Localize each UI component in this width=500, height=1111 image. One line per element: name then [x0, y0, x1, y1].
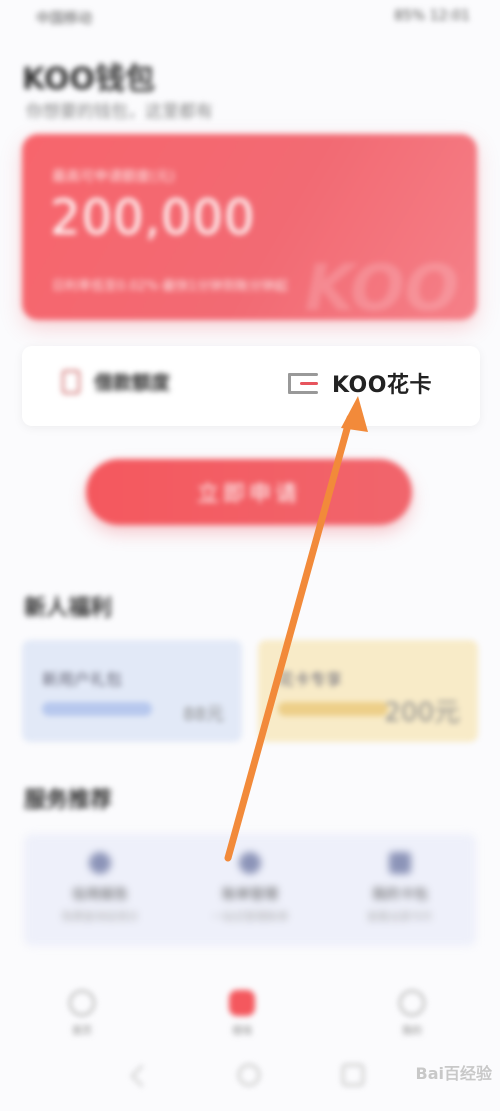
status-bar: 中国移动 85% 12:01: [0, 0, 500, 36]
promo-cards: 新用户礼包 88元 花卡专享 200元: [22, 640, 478, 742]
section-title-services: 服务推荐: [24, 788, 113, 813]
service-item[interactable]: 账单管理 一站式管理账单: [180, 852, 320, 924]
service-desc: 查看全部卡片: [367, 910, 433, 923]
nav-item-borrow[interactable]: 借钱: [212, 990, 272, 1037]
back-icon[interactable]: [130, 1064, 154, 1088]
page-subtitle: 你想要的钱包，这里都有: [26, 102, 213, 122]
nav-label: 我的: [402, 1026, 422, 1037]
nav-label: 借钱: [232, 1026, 252, 1037]
promo-card-title: 花卡专享: [278, 670, 343, 689]
product-tab-row: 借款额度 KOO花卡: [22, 346, 480, 426]
service-item[interactable]: 信用报告 免费查询信用分: [30, 852, 170, 924]
apply-now-button[interactable]: 立即申请: [86, 459, 412, 525]
watermark-text: Bai百经验: [415, 1064, 492, 1083]
service-desc: 一站式管理账单: [211, 910, 289, 923]
service-title: 信用报告: [72, 887, 128, 903]
promo-card-title: 新用户礼包: [42, 670, 123, 689]
carrier-text: 中国移动: [36, 11, 92, 27]
service-title: 我的卡包: [372, 887, 428, 903]
borrow-icon: [229, 990, 255, 1016]
credit-note-suffix: 分钟起: [248, 279, 288, 294]
page-title: KOO钱包: [22, 62, 155, 97]
card-icon: [288, 371, 320, 395]
recent-apps-icon[interactable]: [342, 1064, 364, 1086]
nav-item-home[interactable]: 首页: [52, 990, 112, 1037]
service-title: 账单管理: [222, 887, 278, 903]
bottom-nav: 首页 借钱 我的: [0, 980, 500, 1050]
tab-koo-card-label: KOO花卡: [332, 373, 432, 398]
promo-card[interactable]: 新用户礼包 88元: [22, 640, 242, 742]
bill-icon: [239, 852, 261, 874]
promo-card-value: 200元: [384, 698, 460, 728]
nav-label: 首页: [72, 1026, 92, 1037]
document-icon: [62, 369, 80, 394]
promo-card-bar: [42, 702, 152, 716]
tab-loan-quota-label: 借款额度: [94, 372, 171, 394]
tab-loan-quota[interactable]: 借款额度: [62, 368, 170, 395]
nav-item-mine[interactable]: 我的: [382, 990, 442, 1037]
report-icon: [89, 852, 111, 874]
tab-koo-card[interactable]: KOO花卡: [288, 367, 432, 399]
credit-limit-card[interactable]: 最高可申请额度(元) 200,000 日利率低至0.02%·最快1分钟到账分钟起…: [22, 134, 477, 320]
service-grid: 信用报告 免费查询信用分 账单管理 一站式管理账单 我的卡包 查看全部卡片: [24, 834, 476, 946]
promo-card-bar: [278, 702, 388, 716]
battery-time-text: 85% 12:01: [394, 8, 470, 24]
user-icon: [399, 990, 425, 1016]
credit-amount: 200,000: [50, 190, 256, 246]
promo-card[interactable]: 花卡专享 200元: [258, 640, 478, 742]
credit-caption: 最高可申请额度(元): [52, 169, 175, 185]
home-circle-icon[interactable]: [238, 1064, 260, 1086]
promo-card-value: 88元: [183, 704, 224, 725]
brand-watermark: KOO: [304, 252, 459, 320]
service-desc: 免费查询信用分: [61, 910, 139, 923]
credit-note: 日利率低至0.02%·最快1分钟到账分钟起: [52, 275, 288, 294]
home-icon: [69, 990, 95, 1016]
section-title-new-user: 新人福利: [24, 596, 113, 621]
credit-note-text: 日利率低至0.02%·最快1分钟到账: [52, 279, 249, 294]
service-item[interactable]: 我的卡包 查看全部卡片: [330, 852, 470, 924]
wallet-icon: [389, 852, 411, 874]
